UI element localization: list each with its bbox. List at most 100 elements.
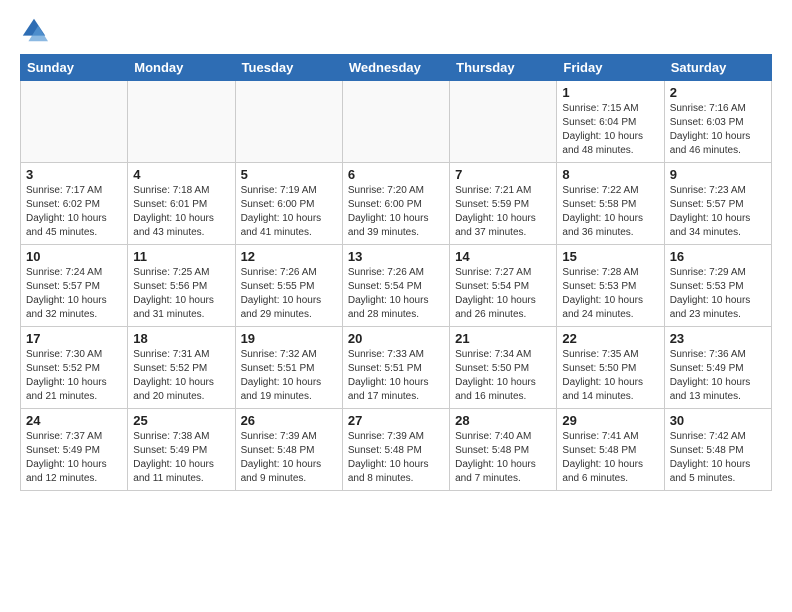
day-number: 4 xyxy=(133,167,229,182)
day-info: Sunrise: 7:33 AM Sunset: 5:51 PM Dayligh… xyxy=(348,348,444,404)
calendar-cell: 23Sunrise: 7:36 AM Sunset: 5:49 PM Dayli… xyxy=(664,327,771,409)
calendar-cell: 18 Sunrise: 7:31 AM Sunset: 5:52 PM Dayli… xyxy=(128,327,235,409)
calendar-week-5: 24 Sunrise: 7:37 AM Sunset: 5:49 PM Dayli… xyxy=(21,409,772,491)
column-header-monday: Monday xyxy=(128,55,235,81)
calendar-header-row: SundayMondayTuesdayWednesdayThursdayFrid… xyxy=(21,55,772,81)
day-number: 30 xyxy=(670,413,766,428)
day-number: 10 xyxy=(26,249,122,264)
calendar-cell: 10 Sunrise: 7:24 AM Sunset: 5:57 PM Dayli… xyxy=(21,245,128,327)
day-info: Sunrise: 7:42 AM Sunset: 5:48 PM Dayligh… xyxy=(670,430,766,486)
day-info: Sunrise: 7:36 AM Sunset: 5:49 PM Dayligh… xyxy=(670,348,766,404)
calendar-cell: 5 Sunrise: 7:19 AM Sunset: 6:00 PM Daylig… xyxy=(235,163,342,245)
column-header-friday: Friday xyxy=(557,55,664,81)
day-info: Sunrise: 7:39 AM Sunset: 5:48 PM Dayligh… xyxy=(241,430,337,486)
calendar-cell: 13 Sunrise: 7:26 AM Sunset: 5:54 PM Dayli… xyxy=(342,245,449,327)
day-number: 22 xyxy=(562,331,658,346)
calendar-cell: 20 Sunrise: 7:33 AM Sunset: 5:51 PM Dayli… xyxy=(342,327,449,409)
day-info: Sunrise: 7:31 AM Sunset: 5:52 PM Dayligh… xyxy=(133,348,229,404)
day-info: Sunrise: 7:37 AM Sunset: 5:49 PM Dayligh… xyxy=(26,430,122,486)
day-info: Sunrise: 7:21 AM Sunset: 5:59 PM Dayligh… xyxy=(455,184,551,240)
day-number: 24 xyxy=(26,413,122,428)
calendar-cell: 26 Sunrise: 7:39 AM Sunset: 5:48 PM Dayli… xyxy=(235,409,342,491)
day-number: 8 xyxy=(562,167,658,182)
calendar-cell xyxy=(342,81,449,163)
day-info: Sunrise: 7:23 AM Sunset: 5:57 PM Dayligh… xyxy=(670,184,766,240)
logo-icon xyxy=(20,16,48,44)
calendar-cell: 14Sunrise: 7:27 AM Sunset: 5:54 PM Dayli… xyxy=(450,245,557,327)
calendar-cell xyxy=(21,81,128,163)
calendar-cell: 9 Sunrise: 7:23 AM Sunset: 5:57 PM Daylig… xyxy=(664,163,771,245)
day-info: Sunrise: 7:41 AM Sunset: 5:48 PM Dayligh… xyxy=(562,430,658,486)
day-number: 18 xyxy=(133,331,229,346)
calendar-table: SundayMondayTuesdayWednesdayThursdayFrid… xyxy=(20,54,772,491)
day-info: Sunrise: 7:24 AM Sunset: 5:57 PM Dayligh… xyxy=(26,266,122,322)
column-header-tuesday: Tuesday xyxy=(235,55,342,81)
calendar-cell: 12 Sunrise: 7:26 AM Sunset: 5:55 PM Dayli… xyxy=(235,245,342,327)
day-info: Sunrise: 7:28 AM Sunset: 5:53 PM Dayligh… xyxy=(562,266,658,322)
day-info: Sunrise: 7:32 AM Sunset: 5:51 PM Dayligh… xyxy=(241,348,337,404)
day-number: 6 xyxy=(348,167,444,182)
day-number: 5 xyxy=(241,167,337,182)
calendar-cell xyxy=(235,81,342,163)
calendar-cell: 30 Sunrise: 7:42 AM Sunset: 5:48 PM Dayli… xyxy=(664,409,771,491)
day-number: 11 xyxy=(133,249,229,264)
day-number: 3 xyxy=(26,167,122,182)
calendar-week-4: 17Sunrise: 7:30 AM Sunset: 5:52 PM Dayli… xyxy=(21,327,772,409)
day-number: 2 xyxy=(670,85,766,100)
calendar-week-3: 10 Sunrise: 7:24 AM Sunset: 5:57 PM Dayli… xyxy=(21,245,772,327)
day-number: 26 xyxy=(241,413,337,428)
calendar-cell: 4 Sunrise: 7:18 AM Sunset: 6:01 PM Daylig… xyxy=(128,163,235,245)
header xyxy=(20,16,772,44)
day-info: Sunrise: 7:25 AM Sunset: 5:56 PM Dayligh… xyxy=(133,266,229,322)
day-info: Sunrise: 7:39 AM Sunset: 5:48 PM Dayligh… xyxy=(348,430,444,486)
calendar-cell: 8Sunrise: 7:22 AM Sunset: 5:58 PM Daylig… xyxy=(557,163,664,245)
column-header-sunday: Sunday xyxy=(21,55,128,81)
day-info: Sunrise: 7:40 AM Sunset: 5:48 PM Dayligh… xyxy=(455,430,551,486)
calendar-cell: 6 Sunrise: 7:20 AM Sunset: 6:00 PM Daylig… xyxy=(342,163,449,245)
day-number: 21 xyxy=(455,331,551,346)
day-info: Sunrise: 7:18 AM Sunset: 6:01 PM Dayligh… xyxy=(133,184,229,240)
column-header-saturday: Saturday xyxy=(664,55,771,81)
day-info: Sunrise: 7:35 AM Sunset: 5:50 PM Dayligh… xyxy=(562,348,658,404)
calendar-cell: 28 Sunrise: 7:40 AM Sunset: 5:48 PM Dayli… xyxy=(450,409,557,491)
calendar-week-2: 3 Sunrise: 7:17 AM Sunset: 6:02 PM Daylig… xyxy=(21,163,772,245)
day-number: 13 xyxy=(348,249,444,264)
day-number: 16 xyxy=(670,249,766,264)
calendar-cell: 7 Sunrise: 7:21 AM Sunset: 5:59 PM Daylig… xyxy=(450,163,557,245)
day-info: Sunrise: 7:20 AM Sunset: 6:00 PM Dayligh… xyxy=(348,184,444,240)
day-number: 29 xyxy=(562,413,658,428)
calendar-cell: 27Sunrise: 7:39 AM Sunset: 5:48 PM Dayli… xyxy=(342,409,449,491)
calendar-cell: 15 Sunrise: 7:28 AM Sunset: 5:53 PM Dayli… xyxy=(557,245,664,327)
day-number: 1 xyxy=(562,85,658,100)
column-header-thursday: Thursday xyxy=(450,55,557,81)
calendar-cell xyxy=(128,81,235,163)
day-info: Sunrise: 7:26 AM Sunset: 5:54 PM Dayligh… xyxy=(348,266,444,322)
day-info: Sunrise: 7:30 AM Sunset: 5:52 PM Dayligh… xyxy=(26,348,122,404)
calendar-cell: 16 Sunrise: 7:29 AM Sunset: 5:53 PM Dayli… xyxy=(664,245,771,327)
day-number: 7 xyxy=(455,167,551,182)
day-info: Sunrise: 7:19 AM Sunset: 6:00 PM Dayligh… xyxy=(241,184,337,240)
calendar-week-1: 1Sunrise: 7:15 AM Sunset: 6:04 PM Daylig… xyxy=(21,81,772,163)
column-header-wednesday: Wednesday xyxy=(342,55,449,81)
calendar-cell: 22 Sunrise: 7:35 AM Sunset: 5:50 PM Dayli… xyxy=(557,327,664,409)
calendar-cell: 11 Sunrise: 7:25 AM Sunset: 5:56 PM Dayli… xyxy=(128,245,235,327)
day-number: 20 xyxy=(348,331,444,346)
calendar-cell xyxy=(450,81,557,163)
day-info: Sunrise: 7:17 AM Sunset: 6:02 PM Dayligh… xyxy=(26,184,122,240)
day-info: Sunrise: 7:38 AM Sunset: 5:49 PM Dayligh… xyxy=(133,430,229,486)
calendar-cell: 3 Sunrise: 7:17 AM Sunset: 6:02 PM Daylig… xyxy=(21,163,128,245)
day-number: 15 xyxy=(562,249,658,264)
day-info: Sunrise: 7:26 AM Sunset: 5:55 PM Dayligh… xyxy=(241,266,337,322)
day-number: 28 xyxy=(455,413,551,428)
calendar-cell: 19Sunrise: 7:32 AM Sunset: 5:51 PM Dayli… xyxy=(235,327,342,409)
day-number: 12 xyxy=(241,249,337,264)
day-info: Sunrise: 7:34 AM Sunset: 5:50 PM Dayligh… xyxy=(455,348,551,404)
day-info: Sunrise: 7:29 AM Sunset: 5:53 PM Dayligh… xyxy=(670,266,766,322)
calendar-cell: 21 Sunrise: 7:34 AM Sunset: 5:50 PM Dayli… xyxy=(450,327,557,409)
day-number: 9 xyxy=(670,167,766,182)
calendar-cell: 25 Sunrise: 7:38 AM Sunset: 5:49 PM Dayli… xyxy=(128,409,235,491)
day-info: Sunrise: 7:16 AM Sunset: 6:03 PM Dayligh… xyxy=(670,102,766,158)
page: SundayMondayTuesdayWednesdayThursdayFrid… xyxy=(0,0,792,507)
day-number: 25 xyxy=(133,413,229,428)
logo xyxy=(20,16,52,44)
